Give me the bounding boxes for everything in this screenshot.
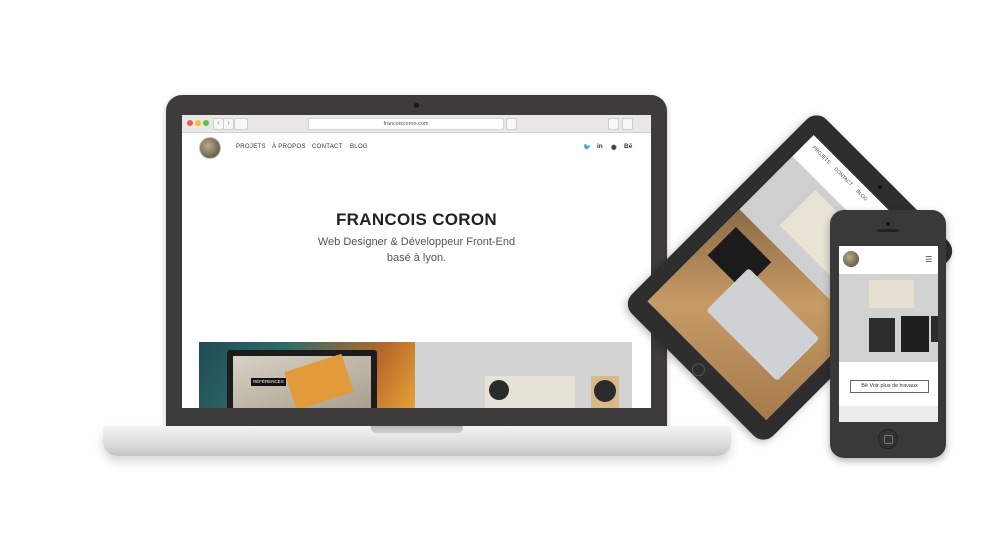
- packaging-image: [931, 316, 938, 342]
- phone-frame: ☰ Bē Voir plus de travaux: [830, 210, 946, 458]
- tablet-menu-item-blog[interactable]: BLOG: [854, 189, 868, 203]
- menu-item-contact[interactable]: CONTACT: [312, 144, 343, 150]
- laptop-notch: [371, 426, 463, 433]
- share-icon[interactable]: [608, 118, 619, 130]
- phone-home-button[interactable]: [878, 429, 898, 449]
- menu-item-blog[interactable]: BLOG: [350, 144, 368, 150]
- zoom-window-button[interactable]: [203, 120, 209, 126]
- project-thumbnail-1[interactable]: RÉFÉRENCES: [199, 342, 415, 408]
- linkedin-icon[interactable]: in: [597, 143, 603, 150]
- project-thumbnail-2[interactable]: [415, 342, 632, 408]
- card-image: [869, 280, 914, 308]
- pocket-icon[interactable]: [506, 118, 517, 130]
- github-icon[interactable]: ◉: [611, 143, 617, 151]
- tablet-camera: [877, 184, 883, 191]
- sidebar-toggle-icon[interactable]: [234, 118, 248, 130]
- hero-subtitle: Web Designer & Développeur Front-End bas…: [182, 234, 651, 266]
- tabs-icon[interactable]: [622, 118, 633, 130]
- tablet-menu-item-contact[interactable]: CONTACT: [832, 166, 853, 187]
- close-window-button[interactable]: [187, 120, 193, 126]
- more-work-button[interactable]: Bē Voir plus de travaux: [850, 380, 929, 393]
- phone-footer-strip: [839, 406, 938, 422]
- phone-camera: [886, 222, 890, 226]
- hero-title: FRANCOIS CORON: [336, 210, 497, 229]
- menu-item-a-propos[interactable]: À PROPOS: [272, 144, 306, 150]
- notebook-image: [901, 316, 929, 352]
- pulp-poster-image: [869, 318, 895, 352]
- pulp-packaging-image: [591, 376, 619, 408]
- tablet-menu-item-projets[interactable]: PROJETS: [811, 145, 832, 166]
- phone-site-logo-avatar[interactable]: [843, 251, 859, 267]
- minimize-window-button[interactable]: [195, 120, 201, 126]
- twitter-icon[interactable]: 🐦: [583, 143, 591, 151]
- hamburger-menu-icon[interactable]: ☰: [925, 256, 932, 264]
- laptop-camera: [414, 103, 419, 108]
- laptop-image: [706, 267, 820, 382]
- address-bar[interactable]: francoiscoron.com: [308, 118, 504, 130]
- hero-subtitle-line-2: basé à lyon.: [386, 252, 447, 264]
- pulp-logo-mark: [594, 380, 616, 402]
- laptop-screen: ‹ › francoiscoron.com PROJETS À PROPOS C…: [182, 115, 651, 408]
- phone-screen: ☰ Bē Voir plus de travaux: [839, 246, 938, 422]
- behance-icon[interactable]: Bē: [624, 143, 632, 150]
- thumbnail-label: RÉFÉRENCES: [251, 378, 286, 386]
- menu-item-projets[interactable]: PROJETS: [236, 144, 266, 150]
- hero-subtitle-line-1: Web Designer & Développeur Front-End: [317, 236, 516, 248]
- site-logo-avatar[interactable]: [199, 137, 221, 159]
- pulp-logo-image: [489, 380, 509, 400]
- phone-project-thumbnail[interactable]: [839, 274, 938, 362]
- forward-button[interactable]: ›: [223, 118, 234, 130]
- phone-speaker: [877, 229, 899, 232]
- browser-toolbar: ‹ › francoiscoron.com: [182, 115, 651, 133]
- tablet-home-button[interactable]: [689, 360, 708, 379]
